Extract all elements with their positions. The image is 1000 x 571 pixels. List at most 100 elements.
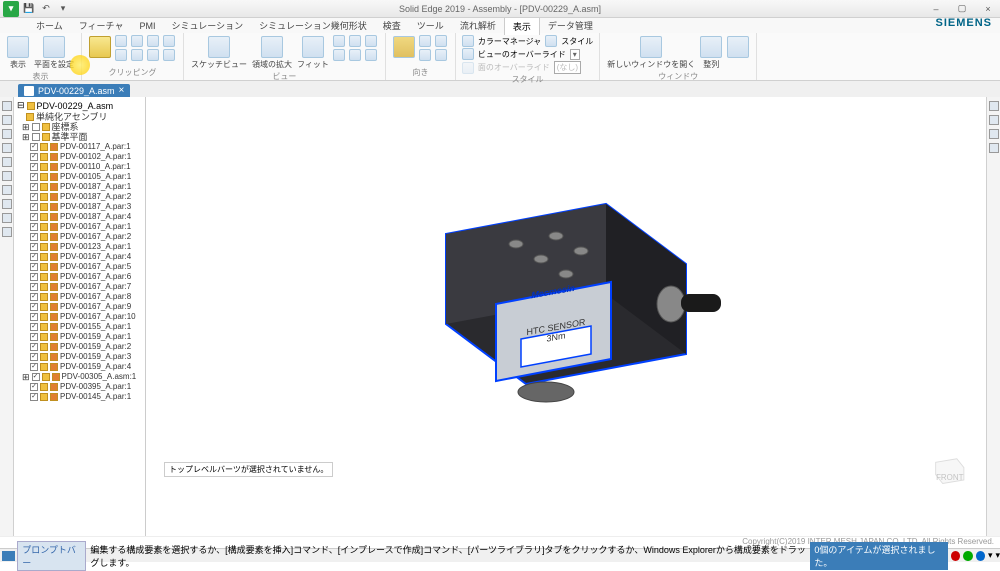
rail-icon[interactable] — [2, 213, 12, 223]
close-button[interactable]: × — [976, 2, 1000, 16]
style-label[interactable]: スタイル — [561, 36, 593, 47]
tree-checkbox[interactable]: ✓ — [30, 293, 38, 301]
arrange-button[interactable]: 整列 — [699, 35, 723, 71]
view-opt-icon[interactable] — [333, 35, 345, 47]
clip-button[interactable] — [88, 35, 112, 59]
tree-checkbox[interactable]: ✓ — [30, 143, 38, 151]
tab-feature[interactable]: フィーチャ — [71, 17, 132, 34]
tree-checkbox[interactable]: ✓ — [30, 153, 38, 161]
sketch-view-button[interactable]: スケッチビュー — [190, 35, 248, 71]
tree-checkbox[interactable]: ✓ — [30, 203, 38, 211]
orient-button[interactable] — [392, 35, 416, 59]
tree-part-item[interactable]: ✓PDV-00187_A.par:2 — [16, 192, 143, 202]
tree-part-item[interactable]: ✓PDV-00187_A.par:3 — [16, 202, 143, 212]
tree-node[interactable]: ⊞座標系 — [16, 122, 143, 132]
model-tree[interactable]: ⊟ PDV-00229_A.asm 単純化アセンブリ ⊞座標系 ⊞基準平面 ✓P… — [14, 97, 146, 537]
clip-opt-icon[interactable] — [131, 49, 143, 61]
tab-home[interactable]: ホーム — [28, 17, 71, 34]
tree-part-item[interactable]: ✓PDV-00167_A.par:9 — [16, 302, 143, 312]
status-green-icon[interactable] — [963, 551, 972, 561]
view-compass[interactable]: FRONT — [930, 457, 966, 487]
color-mgr-icon[interactable] — [462, 35, 474, 47]
tree-checkbox[interactable]: ✓ — [30, 243, 38, 251]
tree-checkbox[interactable]: ✓ — [30, 273, 38, 281]
window-dropdown[interactable] — [726, 35, 750, 59]
tree-checkbox[interactable]: ✓ — [30, 283, 38, 291]
tree-part-item[interactable]: ✓PDV-00167_A.par:10 — [16, 312, 143, 322]
view-override-label[interactable]: ビューのオーバーライド — [478, 49, 566, 60]
zoom-dropdown[interactable]: ▾ — [995, 550, 1000, 561]
set-plane-button[interactable]: 平面を設定 — [33, 35, 75, 71]
tree-part-item[interactable]: ✓PDV-00187_A.par:4 — [16, 212, 143, 222]
tree-part-item[interactable]: ✓PDV-00167_A.par:7 — [16, 282, 143, 292]
tree-checkbox[interactable]: ✓ — [30, 223, 38, 231]
rail-icon[interactable] — [2, 227, 12, 237]
clip-opt-icon[interactable] — [115, 35, 127, 47]
tab-data[interactable]: データ管理 — [540, 17, 601, 34]
tree-checkbox[interactable]: ✓ — [30, 303, 38, 311]
tree-part-item[interactable]: ✓PDV-00117_A.par:1 — [16, 142, 143, 152]
tree-checkbox[interactable]: ✓ — [30, 173, 38, 181]
rail-icon[interactable] — [2, 143, 12, 153]
tree-checkbox[interactable]: ✓ — [30, 253, 38, 261]
tree-checkbox[interactable]: ✓ — [30, 313, 38, 321]
tree-part-item[interactable]: ✓PDV-00110_A.par:1 — [16, 162, 143, 172]
display-button[interactable]: 表示 — [6, 35, 30, 71]
view-opt-icon[interactable] — [365, 35, 377, 47]
tab-flow[interactable]: 流れ解析 — [452, 17, 504, 34]
view-override-combo[interactable]: ▾ — [570, 49, 580, 60]
tree-part-item[interactable]: ✓PDV-00155_A.par:1 — [16, 322, 143, 332]
face-override-icon[interactable] — [462, 62, 474, 74]
tree-checkbox[interactable]: ✓ — [30, 263, 38, 271]
tree-checkbox[interactable] — [32, 123, 40, 131]
tree-checkbox[interactable]: ✓ — [30, 183, 38, 191]
new-window-button[interactable]: 新しいウィンドウを開く — [606, 35, 696, 71]
clip-opt-icon[interactable] — [147, 35, 159, 47]
rail-icon[interactable] — [2, 185, 12, 195]
clip-opt-icon[interactable] — [163, 49, 175, 61]
tree-part-item[interactable]: ✓PDV-00167_A.par:6 — [16, 272, 143, 282]
tree-checkbox[interactable]: ✓ — [30, 333, 38, 341]
tab-tools[interactable]: ツール — [409, 17, 452, 34]
tree-part-item[interactable]: ✓PDV-00123_A.par:1 — [16, 242, 143, 252]
rail-icon[interactable] — [989, 101, 999, 111]
tree-part-item[interactable]: ✓PDV-00167_A.par:8 — [16, 292, 143, 302]
view-opt-icon[interactable] — [349, 49, 361, 61]
fit-button[interactable]: フィット — [296, 35, 330, 71]
3d-viewport[interactable]: Mecmesin HTC SENSOR 3Nm トップレベルバーツが選択されてい… — [146, 97, 986, 537]
orient-opt-icon[interactable] — [419, 49, 431, 61]
tree-part-item[interactable]: ✓PDV-00105_A.par:1 — [16, 172, 143, 182]
view-opt-icon[interactable] — [349, 35, 361, 47]
collapse-icon[interactable]: ⊟ — [17, 100, 25, 111]
tab-simulation[interactable]: シミュレーション — [163, 17, 251, 34]
zoom-area-button[interactable]: 領域の拡大 — [251, 35, 293, 71]
color-manager-label[interactable]: カラーマネージャ — [478, 36, 541, 47]
tree-part-item[interactable]: ✓PDV-00395_A.par:1 — [16, 382, 143, 392]
app-icon[interactable]: ▾ — [3, 1, 19, 17]
tree-checkbox[interactable]: ✓ — [30, 343, 38, 351]
expand-icon[interactable]: ⊞ — [22, 372, 30, 382]
redo-icon[interactable]: ▾ — [56, 2, 70, 16]
rail-icon[interactable] — [2, 101, 12, 111]
tree-checkbox[interactable]: ✓ — [30, 383, 38, 391]
clip-opt-icon[interactable] — [163, 35, 175, 47]
tree-checkbox[interactable] — [32, 133, 40, 141]
tree-part-item[interactable]: ✓PDV-00167_A.par:2 — [16, 232, 143, 242]
tree-part-item[interactable]: ⊞✓PDV-00305_A.asm:1 — [16, 372, 143, 382]
rail-icon[interactable] — [989, 129, 999, 139]
tree-checkbox[interactable]: ✓ — [30, 323, 38, 331]
rail-icon[interactable] — [989, 143, 999, 153]
tree-part-item[interactable]: ✓PDV-00167_A.par:1 — [16, 222, 143, 232]
tree-checkbox[interactable]: ✓ — [30, 233, 38, 241]
tree-part-item[interactable]: ✓PDV-00159_A.par:1 — [16, 332, 143, 342]
rail-icon[interactable] — [2, 115, 12, 125]
document-tab[interactable]: PDV-00229_A.asm × — [18, 84, 130, 97]
tree-checkbox[interactable]: ✓ — [30, 213, 38, 221]
tree-checkbox[interactable]: ✓ — [32, 373, 40, 381]
rail-icon[interactable] — [2, 199, 12, 209]
minimize-button[interactable]: – — [924, 2, 948, 16]
status-blue-icon[interactable] — [976, 551, 985, 561]
tree-part-item[interactable]: ✓PDV-00167_A.par:4 — [16, 252, 143, 262]
tree-part-item[interactable]: ✓PDV-00159_A.par:3 — [16, 352, 143, 362]
rec-icon[interactable] — [951, 551, 960, 561]
